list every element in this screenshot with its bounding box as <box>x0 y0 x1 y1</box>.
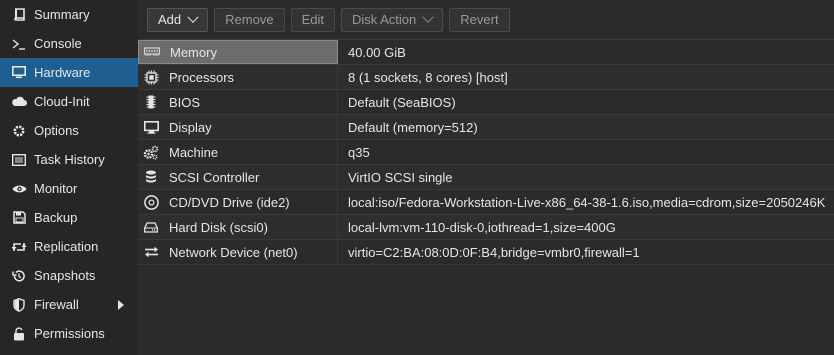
row-value: local-lvm:vm-110-disk-0,iothread=1,size=… <box>348 219 616 235</box>
table-row[interactable]: CD/DVD Drive (ide2) local:iso/Fedora-Wor… <box>138 190 834 215</box>
sidebar-item-label: Firewall <box>34 297 79 312</box>
row-value: 8 (1 sockets, 8 cores) [host] <box>348 69 508 85</box>
table-row[interactable]: Processors 8 (1 sockets, 8 cores) [host] <box>138 65 834 90</box>
cpu-icon <box>143 69 159 85</box>
shield-icon <box>10 297 28 313</box>
sidebar-item-permissions[interactable]: Permissions <box>0 319 138 348</box>
sidebar-item-cloud-init[interactable]: Cloud-Init <box>0 87 138 116</box>
cloud-icon <box>10 94 28 110</box>
exchange-icon <box>143 244 159 260</box>
row-value: q35 <box>348 144 370 160</box>
add-button[interactable]: Add <box>147 7 209 32</box>
table-row[interactable]: Display Default (memory=512) <box>138 115 834 140</box>
floppy-icon <box>10 210 28 226</box>
remove-button-label: Remove <box>225 12 274 27</box>
row-value: Default (SeaBIOS) <box>348 94 456 110</box>
vm-hardware-panel: Summary Console Hardware Cloud-Init Opti… <box>0 0 834 355</box>
sidebar-item-label: Task History <box>34 152 105 167</box>
revert-button-label: Revert <box>460 12 499 27</box>
unlock-icon <box>10 326 28 342</box>
disk-action-button[interactable]: Disk Action <box>340 7 444 32</box>
sidebar-item-options[interactable]: Options <box>0 116 138 145</box>
row-name-cell: Display <box>138 115 338 139</box>
edit-button-label: Edit <box>301 12 324 27</box>
sidebar-item-console[interactable]: Console <box>0 29 138 58</box>
sidebar-item-label: Cloud-Init <box>34 94 90 109</box>
row-name: Hard Disk (scsi0) <box>169 219 268 235</box>
sidebar-item-label: Options <box>34 123 79 138</box>
row-name-cell: CD/DVD Drive (ide2) <box>138 190 338 214</box>
row-name-cell: SCSI Controller <box>138 165 338 189</box>
history-icon <box>10 268 28 284</box>
row-name: Network Device (net0) <box>169 244 298 260</box>
monitor-icon <box>10 65 28 81</box>
sidebar-item-backup[interactable]: Backup <box>0 203 138 232</box>
row-name-cell: Processors <box>138 65 338 89</box>
submenu-arrow-icon[interactable] <box>118 300 124 310</box>
revert-button[interactable]: Revert <box>449 7 510 32</box>
row-name: Machine <box>169 144 219 160</box>
sidebar-item-label: Console <box>34 36 82 51</box>
retweet-icon <box>10 239 28 255</box>
database-icon <box>143 169 159 185</box>
sidebar-item-label: Permissions <box>34 326 105 341</box>
row-value: local:iso/Fedora-Workstation-Live-x86_64… <box>348 194 826 210</box>
row-name: Processors <box>169 69 235 85</box>
sidebar-item-label: Backup <box>34 210 78 225</box>
table-row[interactable]: Machine q35 <box>138 140 834 165</box>
sidebar-item-label: Monitor <box>34 181 78 196</box>
row-name-cell: Hard Disk (scsi0) <box>138 215 338 239</box>
row-name: SCSI Controller <box>169 169 260 185</box>
sidebar-item-label: Hardware <box>34 65 91 80</box>
chevron-down-icon <box>422 11 434 23</box>
hardware-grid: Memory 40.00 GiB Processors 8 (1 sockets… <box>138 40 834 355</box>
row-name: Memory <box>170 44 217 60</box>
memory-icon <box>144 44 160 60</box>
hdd-icon <box>143 219 159 235</box>
row-name: Display <box>169 119 212 135</box>
cogs-icon <box>143 144 159 160</box>
sidebar-item-label: Summary <box>34 7 90 22</box>
terminal-icon <box>10 36 28 52</box>
table-row[interactable]: Network Device (net0) virtio=C2:BA:08:0D… <box>138 240 834 265</box>
row-name-cell: Memory <box>138 40 338 64</box>
edit-button[interactable]: Edit <box>290 7 335 32</box>
remove-button[interactable]: Remove <box>214 7 285 32</box>
sidebar-item-firewall[interactable]: Firewall <box>0 290 138 319</box>
row-value: virtio=C2:BA:08:0D:0F:B4,bridge=vmbr0,fi… <box>348 244 640 260</box>
row-name: BIOS <box>169 94 201 110</box>
table-row[interactable]: SCSI Controller VirtIO SCSI single <box>138 165 834 190</box>
sidebar-item-snapshots[interactable]: Snapshots <box>0 261 138 290</box>
row-name-cell: Machine <box>138 140 338 164</box>
sidebar: Summary Console Hardware Cloud-Init Opti… <box>0 0 138 355</box>
row-value: 40.00 GiB <box>348 44 406 60</box>
chip-icon <box>143 94 159 110</box>
disk-action-button-label: Disk Action <box>351 12 417 27</box>
toolbar: Add Remove Edit Disk Action Revert <box>138 0 834 40</box>
row-name: CD/DVD Drive (ide2) <box>169 194 290 210</box>
table-row[interactable]: BIOS Default (SeaBIOS) <box>138 90 834 115</box>
row-name-cell: BIOS <box>138 90 338 114</box>
add-button-label: Add <box>158 12 182 27</box>
list-icon <box>10 152 28 168</box>
chevron-down-icon <box>187 11 199 23</box>
sidebar-item-monitor[interactable]: Monitor <box>0 174 138 203</box>
sidebar-item-summary[interactable]: Summary <box>0 0 138 29</box>
row-value: Default (memory=512) <box>348 119 478 135</box>
eye-icon <box>10 181 28 197</box>
sidebar-item-label: Snapshots <box>34 268 96 283</box>
sidebar-item-replication[interactable]: Replication <box>0 232 138 261</box>
cdrom-icon <box>143 194 159 210</box>
row-value: VirtIO SCSI single <box>348 169 453 185</box>
sidebar-item-hardware[interactable]: Hardware <box>0 58 138 87</box>
table-row[interactable]: Memory 40.00 GiB <box>138 40 834 65</box>
sidebar-item-task-history[interactable]: Task History <box>0 145 138 174</box>
table-row[interactable]: Hard Disk (scsi0) local-lvm:vm-110-disk-… <box>138 215 834 240</box>
row-name-cell: Network Device (net0) <box>138 240 338 264</box>
desktop-icon <box>143 119 159 135</box>
book-icon <box>10 7 28 23</box>
sidebar-item-label: Replication <box>34 239 99 254</box>
gear-icon <box>10 123 28 139</box>
